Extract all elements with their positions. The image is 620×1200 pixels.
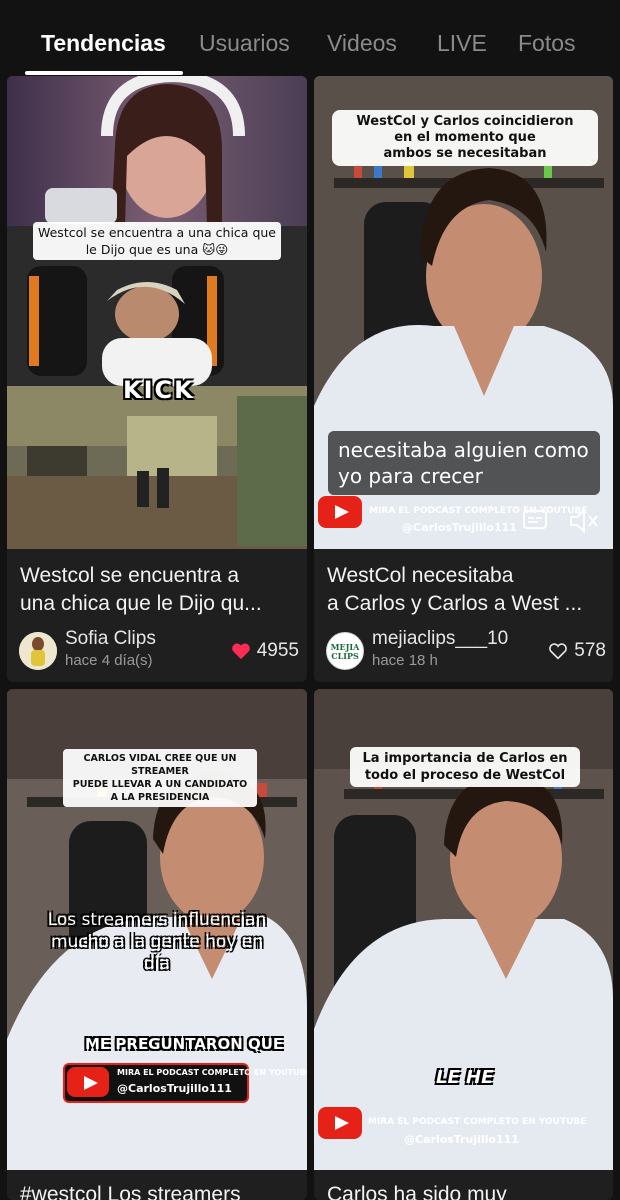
active-tab-indicator — [25, 71, 183, 75]
avatar[interactable]: MEJIA CLIPS — [326, 632, 364, 670]
avatar-text: MEJIA CLIPS — [330, 642, 360, 661]
author-name[interactable]: Sofia Clips — [65, 628, 156, 650]
post-time: hace 4 día(s) — [65, 652, 153, 669]
thumbnail-caption: Westcol se encuentra a una chica que le … — [33, 222, 281, 260]
youtube-icon — [318, 1107, 362, 1139]
heart-outline-icon — [549, 643, 568, 660]
youtube-icon — [318, 496, 362, 528]
video-thumbnail[interactable]: Westcol se encuentra a una chica que le … — [7, 76, 307, 549]
video-thumbnail[interactable]: CARLOS VIDAL CREE QUE UN STREAMER PUEDE … — [7, 689, 307, 1170]
tab-videos[interactable]: Videos — [327, 30, 397, 57]
video-meta: MEJIA CLIPS mejiaclips___10 hace 18 h 57… — [326, 628, 606, 670]
thumbnail-subtitle: Los streamers influencian mucho a la gen… — [47, 910, 267, 974]
video-card-2[interactable]: WestCol y Carlos coincidieron en el mome… — [314, 76, 613, 682]
post-time: hace 18 h — [372, 652, 438, 669]
youtube-icon — [67, 1067, 109, 1097]
thumbnail-caption: La importancia de Carlos en todo el proc… — [350, 747, 580, 787]
heart-icon — [231, 643, 250, 660]
search-tabs: Tendencias Usuarios Videos LIVE Fotos — [0, 0, 620, 76]
thumbnail-subtitle: LE HE — [436, 1067, 494, 1088]
tab-fotos[interactable]: Fotos — [518, 30, 576, 57]
thumbnail-caption: WestCol y Carlos coincidieron en el mome… — [332, 110, 598, 166]
video-thumbnail[interactable]: La importancia de Carlos en todo el proc… — [314, 689, 613, 1170]
like-count-value: 4955 — [256, 640, 299, 661]
promo-text: MIRA EL PODCAST COMPLETO EN YOUTUBE — [368, 1117, 587, 1127]
thumbnail-caption: CARLOS VIDAL CREE QUE UN STREAMER PUEDE … — [63, 749, 257, 807]
video-card-4[interactable]: La importancia de Carlos en todo el proc… — [314, 689, 613, 1200]
tab-tendencias[interactable]: Tendencias — [41, 30, 166, 57]
thumbnail-image — [7, 76, 307, 549]
avatar-image — [19, 632, 57, 670]
promo-handle: @CarlosTrujillo111 — [404, 1133, 519, 1146]
tab-usuarios[interactable]: Usuarios — [199, 30, 290, 57]
video-meta: Sofia Clips hace 4 día(s) 4955 — [19, 628, 299, 670]
thumbnail-brand-label: KICK — [123, 376, 195, 404]
captions-icon[interactable] — [522, 508, 550, 532]
speaker-mute-icon[interactable] — [568, 508, 600, 534]
video-title: #westcol Los streamers — [20, 1183, 241, 1200]
promo-handle: @CarlosTrujillo111 — [402, 521, 517, 534]
video-card-3[interactable]: CARLOS VIDAL CREE QUE UN STREAMER PUEDE … — [7, 689, 307, 1200]
thumbnail-subtitle-2: ME PREGUNTARON QUE — [85, 1035, 284, 1053]
video-thumbnail[interactable]: WestCol y Carlos coincidieron en el mome… — [314, 76, 613, 549]
thumbnail-subtitle: necesitaba alguien como yo para crecer — [328, 431, 600, 495]
promo-text: MIRA EL PODCAST COMPLETO EN YOUTUBE — [369, 506, 588, 516]
video-title: Carlos ha sido muy — [327, 1183, 507, 1200]
author-name[interactable]: mejiaclips___10 — [372, 628, 508, 650]
avatar[interactable] — [19, 632, 57, 670]
video-title: WestCol necesitaba a Carlos y Carlos a W… — [327, 564, 583, 615]
video-card-1[interactable]: Westcol se encuentra a una chica que le … — [7, 76, 307, 682]
like-count[interactable]: 4955 — [231, 640, 299, 662]
video-title: Westcol se encuentra a una chica que le … — [20, 564, 262, 615]
tab-live[interactable]: LIVE — [437, 30, 487, 57]
promo-text: MIRA EL PODCAST COMPLETO EN YOUTUBE — [117, 1068, 307, 1077]
promo-handle: @CarlosTrujillo111 — [117, 1082, 232, 1095]
like-count-value: 578 — [574, 640, 606, 661]
like-count[interactable]: 578 — [548, 640, 606, 662]
